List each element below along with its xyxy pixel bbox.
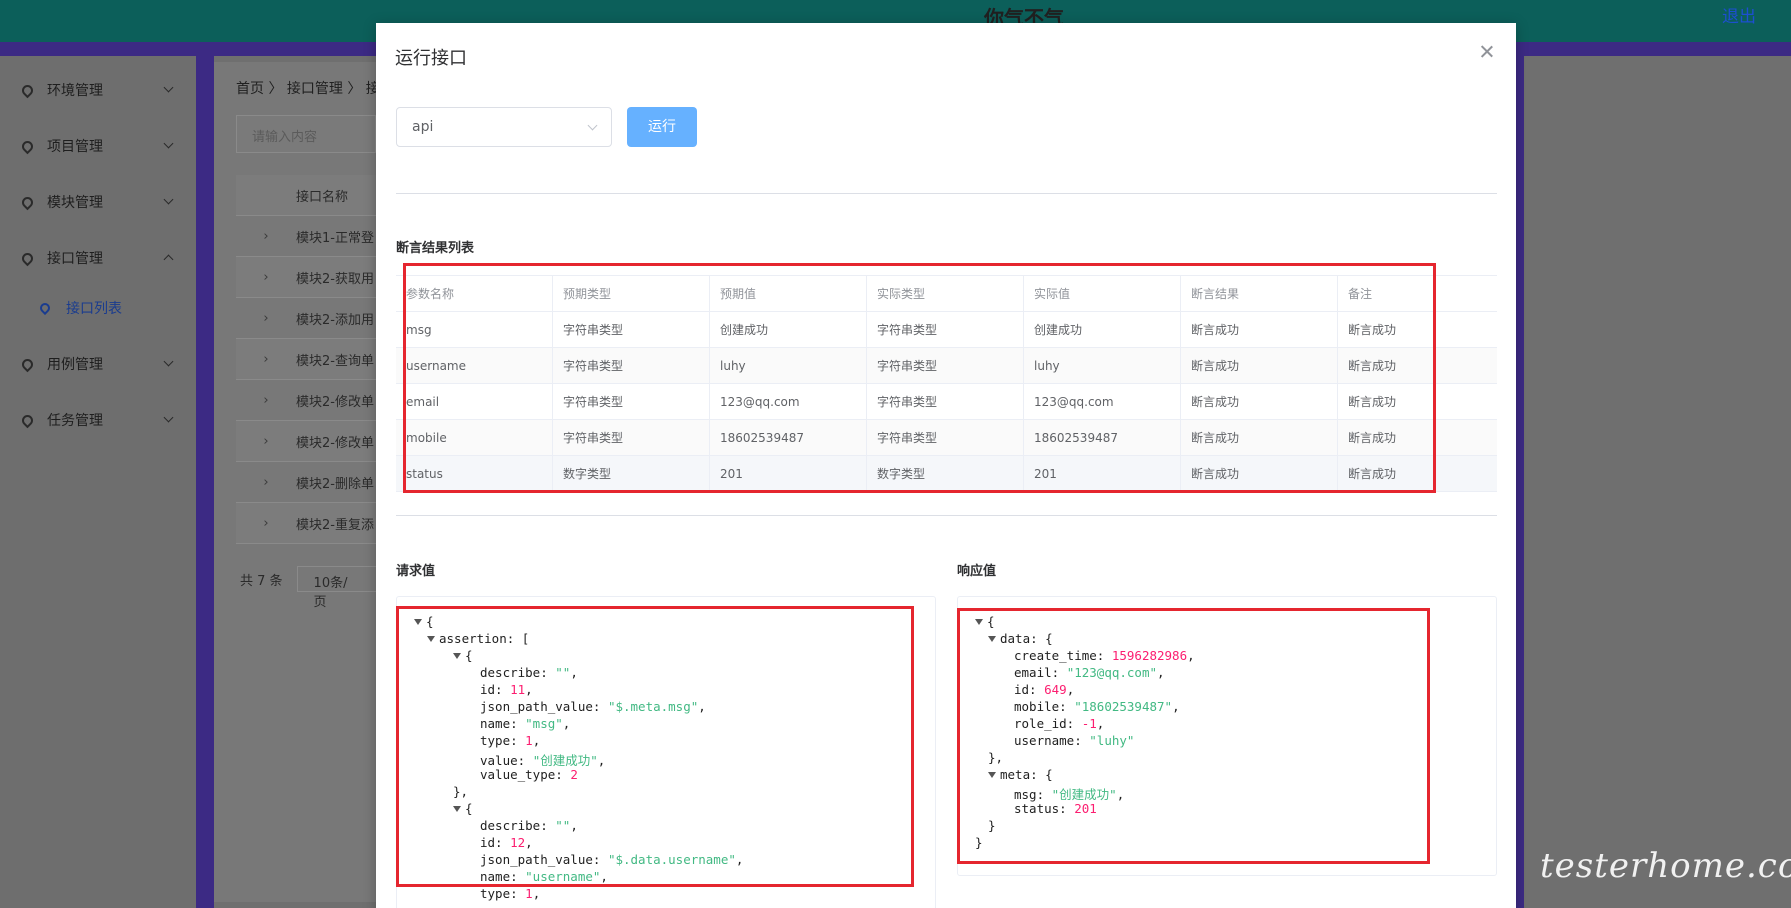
search-input[interactable]: 请输入内容 [236, 115, 376, 153]
sidebar-item-label: 环境管理 [47, 83, 103, 99]
divider [396, 515, 1497, 516]
expand-icon: › [263, 433, 269, 449]
table-row[interactable]: › 模块2-获取用 [236, 257, 376, 298]
page-size-select[interactable]: 10条/页 [296, 566, 377, 610]
table-row[interactable]: › 模块2-修改单 [236, 421, 376, 462]
table-row[interactable]: › 模块2-查询单 [236, 339, 376, 380]
run-button[interactable]: 运行 [627, 107, 697, 147]
sidebar-item-label: 用例管理 [47, 357, 103, 373]
pagination: 共 7 条 10条/页 [240, 566, 377, 610]
expand-icon: › [263, 474, 269, 490]
sidebar-item-task[interactable]: 任务管理 [0, 402, 196, 438]
sidebar-item-label: 项目管理 [47, 139, 103, 155]
close-icon[interactable] [1478, 43, 1496, 61]
sidebar-item-label: 接口管理 [47, 251, 103, 267]
expand-icon: › [263, 310, 269, 326]
api-table: 接口名称 › 模块1-正常登 › 模块2-获取用 › 模块2-添加用 › 模块2-查询单… [236, 175, 376, 544]
location-icon [37, 300, 53, 316]
header-band-right [1516, 42, 1791, 56]
sidebar-item-api[interactable]: 接口管理 [0, 240, 196, 276]
watermark: testerhome.com [1540, 846, 1791, 886]
table-row[interactable]: › 模块2-删除单 [236, 462, 376, 503]
chevron-down-icon [163, 138, 174, 149]
sidebar-item-module[interactable]: 模块管理 [0, 184, 196, 220]
location-icon [19, 356, 36, 372]
highlight-box-response [957, 608, 1430, 864]
table-row[interactable]: › 模块2-修改单 [236, 380, 376, 421]
sidebar-item-project[interactable]: 项目管理 [0, 128, 196, 164]
logout-link[interactable]: 退出 [1722, 2, 1756, 27]
location-icon [19, 138, 36, 154]
expand-icon: › [263, 392, 269, 408]
response-title: 响应值 [957, 564, 997, 579]
chevron-down-icon [163, 194, 174, 205]
highlight-box-request [396, 606, 914, 887]
right-background [1516, 56, 1791, 908]
chevron-up-icon [163, 254, 174, 265]
location-icon [19, 412, 36, 428]
table-row[interactable]: › 模块2-重复添 [236, 503, 376, 544]
chevron-down-icon [163, 356, 174, 367]
assert-result-title: 断言结果列表 [396, 241, 475, 256]
sidebar-item-label: 任务管理 [47, 413, 103, 429]
expand-icon: › [263, 351, 269, 367]
env-select[interactable]: api [396, 107, 612, 147]
sidebar-subitem-api-list[interactable]: 接口列表 [37, 298, 122, 318]
location-icon [19, 250, 36, 266]
run-api-dialog: 运行接口 api 运行 断言结果列表 参数名称 预期类型 预期值 实际类型 实际… [376, 23, 1516, 908]
chevron-down-icon [163, 412, 174, 423]
location-icon [19, 82, 36, 98]
expand-icon: › [263, 515, 269, 531]
total-count: 共 7 条 [240, 573, 283, 589]
chevron-down-icon [587, 120, 598, 131]
sidebar-item-case[interactable]: 用例管理 [0, 346, 196, 382]
sidebar-item-label: 模块管理 [47, 195, 103, 211]
chevron-down-icon [163, 82, 174, 93]
divider [396, 193, 1497, 194]
location-icon [19, 194, 36, 210]
highlight-box-assert [403, 263, 1436, 493]
content-border [196, 56, 214, 908]
sidebar-subitem-label: 接口列表 [66, 301, 122, 317]
table-row[interactable]: › 模块1-正常登 [236, 216, 376, 257]
env-select-value: api [412, 119, 434, 135]
table-row[interactable]: › 模块2-添加用 [236, 298, 376, 339]
content-border-right [1516, 56, 1524, 908]
json-line: type: 1, [480, 886, 541, 901]
expand-icon: › [263, 228, 269, 244]
expand-icon: › [263, 269, 269, 285]
breadcrumb: 首页 〉 接口管理 〉 接 [236, 81, 380, 97]
sidebar-item-env[interactable]: 环境管理 [0, 72, 196, 108]
request-title: 请求值 [396, 564, 436, 579]
sidebar: 环境管理 项目管理 模块管理 接口管理 接口列表 用例管理 任务管理 [0, 56, 196, 908]
dialog-title: 运行接口 [395, 48, 467, 69]
table-header: 接口名称 [236, 175, 376, 216]
